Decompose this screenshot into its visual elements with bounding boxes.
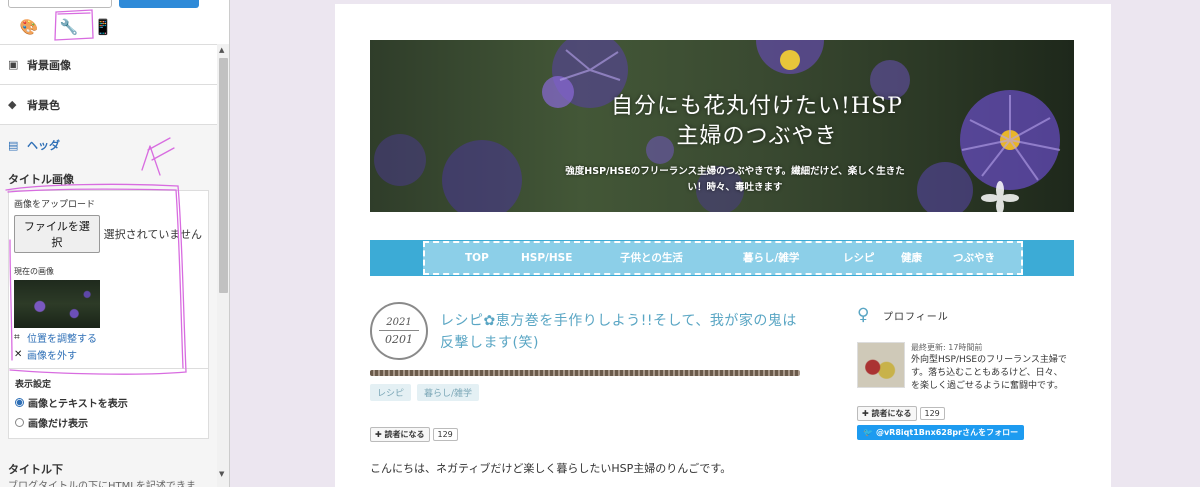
save-button[interactable] (119, 0, 199, 8)
current-image-thumbnail (14, 280, 100, 328)
global-nav: TOP HSP/HSE 子供との生活 暮らし/雑学 レシピ 健康 つぶやき (370, 240, 1074, 276)
accordion-label: ヘッダ (27, 139, 60, 152)
header-image: 自分にも花丸付けたい!HSP 主婦のつぶやき 強度HSP/HSEのフリーランス主… (370, 40, 1074, 212)
radio-label: 画像とテキストを表示 (28, 399, 128, 410)
nav-item-health[interactable]: 健康 (901, 243, 922, 273)
image-icon: ▣ (8, 58, 19, 71)
remove-image-label: 画像を外す (27, 351, 77, 362)
reader-widget: ✚ 読者になる 129 (370, 427, 458, 442)
radio-indicator-selected[interactable] (15, 398, 24, 407)
global-nav-inner: TOP HSP/HSE 子供との生活 暮らし/雑学 レシピ 健康 つぶやき (423, 241, 1023, 275)
post-title[interactable]: レシピ✿恵方巻を手作りしよう!!そして、我が家の鬼は反撃します(笑) (440, 310, 810, 354)
radio-label: 画像だけ表示 (28, 419, 88, 430)
date-divider (379, 330, 419, 331)
upload-label: 画像をアップロード (14, 200, 96, 210)
wrench-icon[interactable]: 🔧 (56, 14, 82, 40)
accordion-header[interactable]: ▤ ヘッダ (0, 125, 217, 165)
upload-box: 画像をアップロード ファイルを選択 選択されていません 現在の画像 ⌗ 位置を調… (8, 190, 209, 369)
palette-icon[interactable]: 🎨 (16, 14, 42, 40)
profile-text: 外向型HSP/HSEのフリーランス主婦です。落ち込むこともあるけど、日々、を楽し… (911, 355, 1067, 391)
smartphone-icon[interactable]: 📱 (90, 14, 116, 40)
last-updated: 最終更新: 17時間前 (911, 343, 983, 352)
nav-item-top[interactable]: TOP (465, 243, 489, 273)
radio-image-only[interactable]: 画像だけ表示 (15, 415, 202, 430)
post-body: こんにちは、ネガティブだけど楽しく暮らしたいHSP主婦のりんごです。 (370, 462, 732, 475)
remove-image-link[interactable]: ✕ 画像を外す (14, 347, 202, 362)
subscribe-label: 読者になる (384, 430, 425, 439)
profile-label: プロフィール (883, 311, 949, 323)
nav-item-kids[interactable]: 子供との生活 (620, 243, 683, 273)
scroll-down-arrow-icon[interactable]: ▼ (219, 470, 224, 478)
file-status: 選択されていません (103, 228, 202, 241)
settings-panel: 🎨 🔧 📱 ▣ 背景画像 ◆ 背景色 ▤ ヘッダ タイトル画像 画像をアップロー… (0, 0, 230, 487)
adjust-position-label: 位置を調整する (27, 334, 97, 345)
below-title-heading: タイトル下 (8, 463, 63, 476)
current-image-label: 現在の画像 (14, 267, 54, 276)
profile-box: 最終更新: 17時間前 外向型HSP/HSEのフリーランス主婦です。落ち込むこと… (857, 342, 1067, 392)
subscribe-button[interactable]: ✚ 読者になる (370, 427, 430, 442)
accordion-background-image[interactable]: ▣ 背景画像 (0, 45, 217, 85)
date-stamp: 2021 0201 (370, 302, 428, 360)
nav-item-living[interactable]: 暮らし/雑学 (743, 243, 799, 273)
sidebar-reader-count: 129 (919, 407, 945, 420)
radio-image-and-text[interactable]: 画像とテキストを表示 (15, 395, 202, 410)
sidebar-subscribe-button[interactable]: ✚ 読者になる (857, 406, 917, 421)
header-layout-icon: ▤ (8, 138, 19, 152)
tag-living[interactable]: 暮らし/雑学 (417, 384, 480, 401)
avatar[interactable] (857, 342, 905, 388)
settings-scroll-area: ▣ 背景画像 ◆ 背景色 ▤ ヘッダ タイトル画像 画像をアップロード ファイル… (0, 44, 217, 487)
close-icon: ✕ (14, 349, 23, 360)
tag-recipe[interactable]: レシピ (370, 384, 412, 401)
adjust-position-link[interactable]: ⌗ 位置を調整する (14, 330, 202, 345)
crop-icon: ⌗ (14, 332, 20, 343)
nav-item-hsp[interactable]: HSP/HSE (521, 243, 572, 273)
title-image-heading: タイトル画像 (8, 173, 74, 186)
blog-title[interactable]: 自分にも花丸付けたい!HSP 主婦のつぶやき (370, 92, 1074, 152)
nav-item-tsubuyaki[interactable]: つぶやき (953, 243, 995, 273)
twitter-follow-button[interactable]: 🐦 @vR8iqt1Bnx628prさんをフォロー (857, 425, 1025, 440)
radio-indicator[interactable] (15, 418, 24, 427)
date-month-day: 0201 (385, 333, 413, 346)
file-select-button[interactable]: ファイルを選択 (14, 215, 100, 253)
twitter-follow-label: @vR8iqt1Bnx628prさんをフォロー (875, 428, 1019, 437)
blog-description: 強度HSP/HSEのフリーランス主婦のつぶやきです。繊細だけど、楽しく生きたい！… (565, 166, 905, 193)
sidebar-reader-widget: ✚ 読者になる 129 (857, 406, 1007, 421)
panel-scrollbar[interactable]: ▲ ▼ (217, 44, 229, 487)
post-tags: レシピ 暮らし/雑学 (370, 384, 480, 401)
date-year: 2021 (386, 317, 412, 328)
post-divider (370, 370, 800, 376)
reader-count: 129 (432, 428, 458, 441)
profile-heading: ♀ プロフィール (857, 304, 1007, 326)
accordion-label: 背景画像 (27, 58, 71, 72)
blog-preview: 自分にも花丸付けたい!HSP 主婦のつぶやき 強度HSP/HSEのフリーランス主… (335, 4, 1111, 487)
below-title-description: ブログタイトルの下にHTMLを記述できます。ナビゲーションメニューなどにお使いい (8, 481, 196, 487)
nav-item-recipe[interactable]: レシピ (843, 243, 875, 273)
display-settings-box: 表示設定 画像とテキストを表示 画像だけ表示 (8, 369, 209, 439)
blog-title-line1[interactable]: 自分にも花丸付けたい!HSP (440, 92, 1074, 122)
accordion-label: 背景色 (27, 98, 60, 112)
cancel-button[interactable] (8, 0, 112, 8)
scroll-up-arrow-icon[interactable]: ▲ (219, 46, 224, 54)
subscribe-label: 読者になる (871, 409, 912, 418)
paint-bucket-icon: ◆ (8, 98, 17, 111)
twitter-bird-icon: 🐦 (863, 428, 873, 437)
scroll-thumb[interactable] (219, 58, 228, 293)
accordion-background-color[interactable]: ◆ 背景色 (0, 85, 217, 125)
sidebar: ♀ プロフィール 最終更新: 17時間前 外向型HSP/HSEのフリーランス主婦… (857, 304, 1067, 440)
display-settings-label: 表示設定 (15, 380, 52, 390)
profile-icon: ♀ (857, 305, 870, 325)
blog-title-line2[interactable]: 主婦のつぶやき (440, 122, 1074, 152)
